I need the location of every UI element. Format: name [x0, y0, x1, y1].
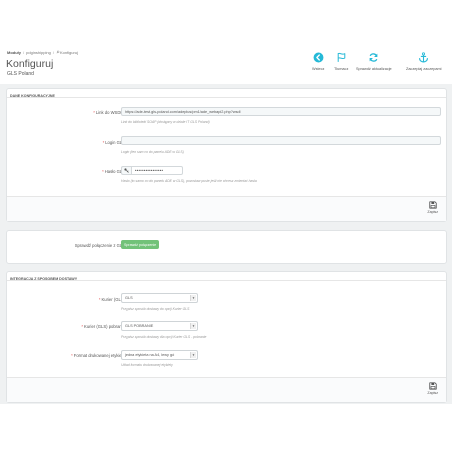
back-label: Wstecz	[312, 67, 325, 71]
key-icon	[124, 168, 129, 173]
translate-label: Tłumacz	[334, 67, 349, 71]
breadcrumb-item-module[interactable]: pdginshipping	[26, 50, 51, 55]
wsdl-input[interactable]	[121, 107, 441, 116]
back-icon	[313, 52, 324, 63]
refresh-icon	[369, 53, 378, 62]
anchor-icon	[419, 52, 429, 63]
page-title: Konfiguruj	[6, 58, 54, 70]
chevron-down-icon: ▼	[190, 323, 196, 329]
config-panel: DANE KONFIGURACYJNE *Link do WSDL2 Link …	[6, 88, 447, 222]
courier-cod-label: *Kurier (GLS) pobranie	[81, 324, 125, 329]
integration-panel-footer: Zapisz	[7, 377, 446, 402]
chevron-down-icon: ▼	[190, 352, 196, 358]
connection-panel: Sprawdź połączenie z GLS Sprawdź połącze…	[6, 230, 447, 264]
label-format-help: Układ formatu drukowanej etykiety	[121, 363, 173, 367]
connection-label: Sprawdź połączenie z GLS	[74, 243, 125, 248]
label-format-label: *Format drukowanej etykiety	[71, 353, 125, 358]
label-format-select[interactable]: jedna etykieta na A4, lewy gó ▼	[121, 350, 198, 360]
translate-button[interactable]: Tłumacz	[334, 52, 348, 71]
label-format-selected: jedna etykieta na A4, lewy gó	[125, 353, 175, 357]
page-subtitle: GLS Poland	[7, 71, 34, 77]
login-help: Login (ten sam co do panelu ADE w GLS)	[121, 150, 184, 154]
login-input[interactable]	[121, 136, 441, 145]
breadcrumb-separator: /	[52, 50, 54, 55]
back-button[interactable]: Wstecz	[312, 52, 324, 71]
save-icon	[429, 201, 437, 209]
integration-save-label: Zapisz	[427, 391, 438, 395]
breadcrumb: Moduły / pdginshipping / Konfiguruj	[7, 50, 78, 55]
save-icon	[429, 382, 437, 390]
key-icon-box	[121, 166, 131, 175]
courier-help: Przypisz sposób dostawy do opcji Kurier …	[121, 307, 190, 311]
integration-save-button[interactable]: Zapisz	[427, 382, 438, 395]
integration-panel-heading: INTEGRACJA Z SPOSOBEM DOSTAWY	[7, 272, 446, 281]
password-help: Hasło (to samo co do panelu ADE w GLS), …	[121, 179, 257, 183]
flag-icon	[337, 52, 345, 62]
courier-selected: GLS	[125, 296, 133, 300]
page-header	[0, 0, 452, 84]
chevron-down-icon: ▼	[190, 295, 196, 301]
hooks-button[interactable]: Zaczepiaj zaczepami	[406, 52, 441, 71]
courier-cod-selected: GLS POBRANIE	[125, 324, 154, 328]
config-panel-footer: Zapisz	[7, 196, 446, 221]
breadcrumb-item-configure: Konfiguruj	[56, 50, 78, 55]
hooks-label: Zaczepiaj zaczepami	[406, 67, 442, 71]
config-save-button[interactable]: Zapisz	[427, 201, 438, 214]
courier-select[interactable]: GLS ▼	[121, 293, 198, 303]
breadcrumb-separator: /	[23, 50, 25, 55]
password-input[interactable]: ••••••••••••••••	[131, 166, 183, 175]
config-save-label: Zapisz	[427, 210, 438, 214]
check-updates-button[interactable]: Sprawdź aktualizacje	[356, 52, 392, 71]
breadcrumb-item-modules[interactable]: Moduły	[7, 50, 21, 55]
courier-cod-select[interactable]: GLS POBRANIE ▼	[121, 321, 198, 331]
integration-panel: INTEGRACJA Z SPOSOBEM DOSTAWY *Kurier (G…	[6, 271, 447, 403]
password-group: ••••••••••••••••	[121, 166, 183, 175]
config-panel-heading: DANE KONFIGURACYJNE	[7, 89, 446, 98]
check-updates-label: Sprawdź aktualizacje	[356, 67, 392, 71]
wsdl-help: Link do biblioteki SOAP (dostępny w dzia…	[121, 120, 210, 124]
check-connection-button[interactable]: Sprawdź połączenie	[121, 240, 160, 249]
courier-cod-help: Przypisz sposób dostawy dla opcji Kurier…	[121, 335, 207, 339]
